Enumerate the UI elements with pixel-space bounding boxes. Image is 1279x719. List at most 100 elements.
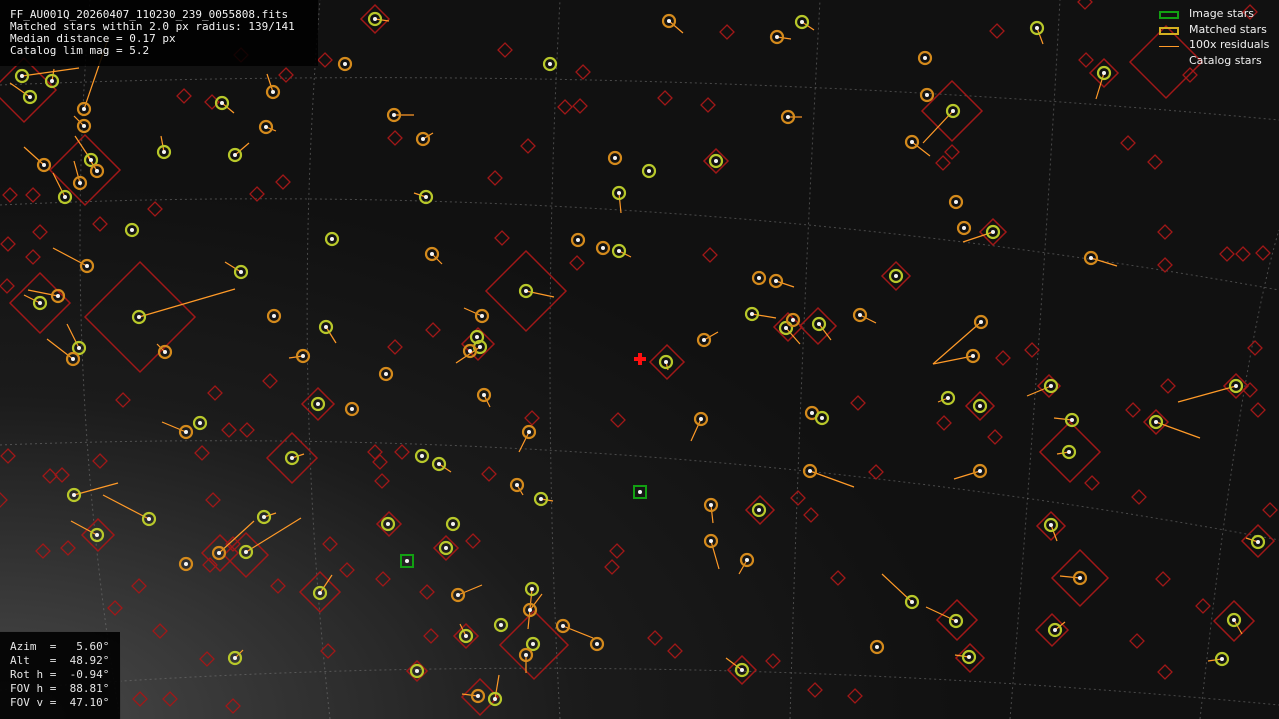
star-core <box>745 558 749 562</box>
star-core <box>421 137 425 141</box>
star-core <box>163 350 167 354</box>
star-core <box>386 522 390 526</box>
star-core <box>617 249 621 253</box>
star-core <box>424 195 428 199</box>
star-core <box>71 357 75 361</box>
image-stars-swatch-icon <box>1159 11 1179 19</box>
star-core <box>539 497 543 501</box>
star-core <box>791 318 795 322</box>
star-core <box>72 493 76 497</box>
star-core <box>667 19 671 23</box>
star-core <box>475 335 479 339</box>
star-core <box>638 490 642 494</box>
star-core <box>702 338 706 342</box>
star-core <box>617 191 621 195</box>
star-core <box>714 159 718 163</box>
star-core <box>384 372 388 376</box>
star-core <box>946 396 950 400</box>
star-core <box>595 642 599 646</box>
star-core <box>318 591 322 595</box>
star-core <box>1232 618 1236 622</box>
star-core <box>978 404 982 408</box>
star-core <box>95 533 99 537</box>
star-core <box>63 195 67 199</box>
star-core <box>810 411 814 415</box>
star-core <box>954 200 958 204</box>
altitude-readout: Alt = 48.92° <box>10 654 110 667</box>
star-core <box>528 608 532 612</box>
star-core <box>1049 384 1053 388</box>
star-core <box>85 264 89 268</box>
star-core <box>28 95 32 99</box>
star-core <box>524 653 528 657</box>
star-core <box>923 56 927 60</box>
star-core <box>464 634 468 638</box>
star-core <box>978 469 982 473</box>
star-core <box>392 113 396 117</box>
star-core <box>531 642 535 646</box>
fov-h-readout: FOV h = 88.81° <box>10 682 110 695</box>
legend-catalog-stars: Catalog stars <box>1149 54 1279 69</box>
star-core <box>130 228 134 232</box>
star-core <box>740 668 744 672</box>
star-core <box>405 559 409 563</box>
star-core <box>239 270 243 274</box>
star-field-canvas[interactable] <box>0 0 1279 719</box>
star-core <box>82 124 86 128</box>
star-core <box>77 346 81 350</box>
star-core <box>271 90 275 94</box>
star-core <box>757 276 761 280</box>
star-core <box>1049 523 1053 527</box>
star-core <box>962 226 966 230</box>
star-core <box>1035 26 1039 30</box>
star-core <box>991 230 995 234</box>
rotation-readout: Rot h = -0.94° <box>10 668 110 681</box>
star-core <box>925 93 929 97</box>
star-core <box>601 246 605 250</box>
catalog-limit: Catalog lim mag = 5.2 <box>10 44 150 57</box>
star-core <box>1089 256 1093 260</box>
star-core <box>184 430 188 434</box>
star-core <box>774 279 778 283</box>
residual-line-swatch-icon <box>1159 46 1179 47</box>
star-core <box>561 624 565 628</box>
star-core <box>444 546 448 550</box>
star-core <box>527 430 531 434</box>
star-core <box>89 158 93 162</box>
star-core <box>343 62 347 66</box>
star-core <box>613 156 617 160</box>
star-core <box>775 35 779 39</box>
star-core <box>420 454 424 458</box>
star-core <box>499 623 503 627</box>
star-core <box>56 294 60 298</box>
star-core <box>808 469 812 473</box>
star-core <box>1154 420 1158 424</box>
star-core <box>38 301 42 305</box>
star-core <box>954 619 958 623</box>
star-core <box>784 326 788 330</box>
star-core <box>967 655 971 659</box>
star-core <box>244 550 248 554</box>
star-core <box>699 417 703 421</box>
star-core <box>20 74 24 78</box>
azimuth-readout: Azim = 5.60° <box>10 640 110 653</box>
star-core <box>456 593 460 597</box>
star-core <box>480 314 484 318</box>
star-core <box>817 322 821 326</box>
star-core <box>437 462 441 466</box>
star-core <box>493 697 497 701</box>
star-core <box>1102 71 1106 75</box>
legend: Image stars Matched stars 100x residuals… <box>1149 0 1279 72</box>
star-core <box>476 694 480 698</box>
star-core <box>272 314 276 318</box>
star-core <box>664 360 668 364</box>
star-core <box>324 325 328 329</box>
star-core <box>184 562 188 566</box>
star-core <box>233 153 237 157</box>
star-core <box>198 421 202 425</box>
star-core <box>709 503 713 507</box>
star-core <box>875 645 879 649</box>
star-core <box>217 551 221 555</box>
star-core <box>451 522 455 526</box>
star-core <box>786 115 790 119</box>
